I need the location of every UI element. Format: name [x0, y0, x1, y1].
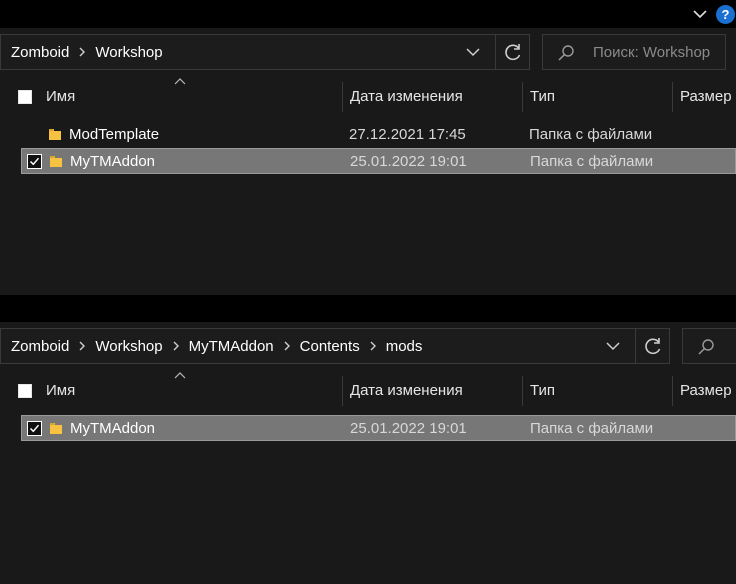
search-icon [558, 45, 574, 61]
breadcrumb-workshop[interactable]: Workshop [95, 44, 162, 61]
column-header: Имя Дата изменения Тип Размер [0, 78, 736, 112]
sort-ascending-icon [174, 372, 186, 379]
breadcrumb: Zomboid Workshop [11, 35, 163, 69]
checkmark-icon [29, 424, 40, 433]
breadcrumb-workshop[interactable]: Workshop [95, 338, 162, 355]
file-date: 27.12.2021 17:45 [349, 126, 466, 143]
column-divider[interactable] [522, 82, 523, 112]
chevron-right-icon[interactable] [71, 340, 93, 352]
file-row-modtemplate[interactable]: ModTemplate 27.12.2021 17:45 Папка с фай… [21, 122, 736, 148]
checkmark-icon [29, 157, 40, 166]
chevron-right-icon[interactable] [276, 340, 298, 352]
breadcrumb: Zomboid Workshop MyTMAddon Contents mods [11, 329, 422, 363]
file-name: MyTMAddon [70, 153, 156, 170]
breadcrumb-zomboid[interactable]: Zomboid [11, 338, 69, 355]
file-date: 25.01.2022 19:01 [350, 153, 467, 170]
column-date[interactable]: Дата изменения [350, 82, 463, 112]
refresh-icon [645, 338, 661, 355]
file-row-mytmaddon[interactable]: MyTMAddon 25.01.2022 19:01 Папка с файла… [21, 415, 736, 441]
breadcrumb-contents[interactable]: Contents [300, 338, 360, 355]
breadcrumb-mods[interactable]: mods [386, 338, 423, 355]
search-placeholder: Поиск: Workshop [593, 44, 711, 61]
explorer-window-workshop: Zomboid Workshop Поиск: Workshop Имя Дат… [0, 28, 736, 295]
column-type[interactable]: Тип [530, 376, 555, 406]
breadcrumb-mytmaddon[interactable]: MyTMAddon [189, 338, 274, 355]
chevron-down-icon[interactable] [688, 4, 712, 24]
select-all-checkbox[interactable] [18, 384, 32, 398]
file-type: Папка с файлами [530, 153, 654, 170]
file-type: Папка с файлами [530, 420, 654, 437]
title-strip: ? [0, 0, 736, 28]
folder-icon [49, 129, 61, 140]
column-size[interactable]: Размер [680, 82, 732, 112]
window-gap [0, 295, 736, 322]
chevron-right-icon[interactable] [362, 340, 384, 352]
column-date[interactable]: Дата изменения [350, 376, 463, 406]
address-dropdown-button[interactable] [458, 36, 488, 68]
file-type: Папка с файлами [529, 126, 653, 143]
search-input[interactable] [682, 328, 736, 364]
file-date: 25.01.2022 19:01 [350, 420, 467, 437]
file-row-mytmaddon[interactable]: MyTMAddon 25.01.2022 19:01 Папка с файла… [21, 148, 736, 174]
column-divider[interactable] [672, 82, 673, 112]
help-icon[interactable]: ? [716, 5, 735, 24]
column-divider[interactable] [522, 376, 523, 406]
row-checkbox[interactable] [27, 154, 42, 169]
folder-icon [50, 423, 62, 434]
column-name[interactable]: Имя [46, 376, 75, 406]
chevron-right-icon[interactable] [71, 46, 93, 58]
search-input[interactable]: Поиск: Workshop [542, 34, 726, 70]
explorer-window-mods: Zomboid Workshop MyTMAddon Contents mods… [0, 322, 736, 584]
folder-icon [50, 156, 62, 167]
address-dropdown-button[interactable] [598, 330, 628, 362]
column-divider[interactable] [342, 376, 343, 406]
column-divider[interactable] [342, 82, 343, 112]
column-name[interactable]: Имя [46, 82, 75, 112]
address-bar[interactable]: Zomboid Workshop [0, 34, 530, 70]
refresh-button[interactable] [495, 35, 529, 69]
column-type[interactable]: Тип [530, 82, 555, 112]
search-icon [698, 339, 714, 355]
row-checkbox[interactable] [27, 421, 42, 436]
column-size[interactable]: Размер [680, 376, 732, 406]
column-divider[interactable] [672, 376, 673, 406]
file-name: ModTemplate [69, 126, 160, 143]
address-bar[interactable]: Zomboid Workshop MyTMAddon Contents mods [0, 328, 670, 364]
file-name: MyTMAddon [70, 420, 156, 437]
sort-ascending-icon [174, 78, 186, 85]
refresh-icon [505, 44, 521, 61]
breadcrumb-zomboid[interactable]: Zomboid [11, 44, 69, 61]
select-all-checkbox[interactable] [18, 90, 32, 104]
chevron-right-icon[interactable] [165, 340, 187, 352]
column-header: Имя Дата изменения Тип Размер [0, 372, 736, 406]
refresh-button[interactable] [635, 329, 669, 363]
